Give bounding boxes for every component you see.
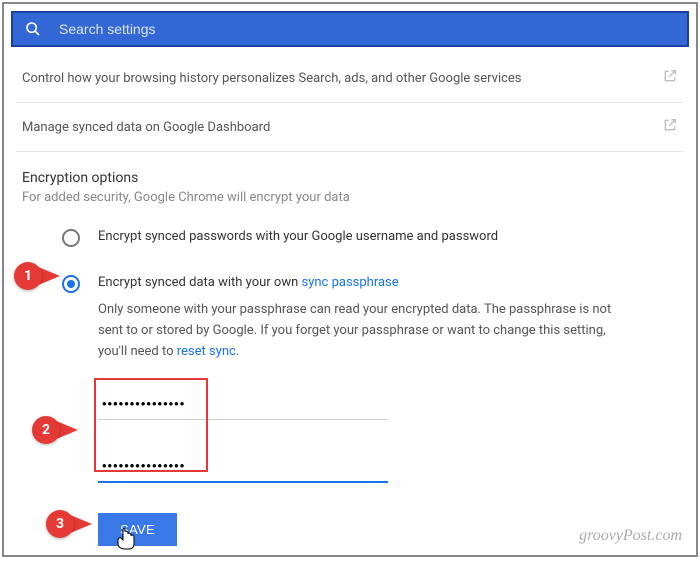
search-bar[interactable] — [11, 11, 689, 47]
save-button[interactable]: SAVE — [98, 513, 177, 546]
external-link-icon — [662, 117, 678, 137]
row-manage-dashboard[interactable]: Manage synced data on Google Dashboard — [16, 103, 684, 152]
row-history-personalization[interactable]: Control how your browsing history person… — [16, 54, 684, 103]
search-input[interactable] — [59, 21, 675, 37]
desc-text: . — [236, 344, 239, 359]
encryption-subtitle: For added security, Google Chrome will e… — [16, 190, 684, 221]
passphrase-inputs — [98, 386, 388, 483]
desc-text: Only someone with your passphrase can re… — [98, 302, 611, 359]
passphrase-input[interactable] — [98, 386, 388, 420]
search-icon — [25, 21, 41, 37]
radio-option-sync-passphrase[interactable]: Encrypt synced data with your own sync p… — [16, 267, 684, 369]
radio-label: Encrypt synced passwords with your Googl… — [98, 227, 498, 247]
radio-option-google-password[interactable]: Encrypt synced passwords with your Googl… — [16, 221, 684, 253]
sync-passphrase-link[interactable]: sync passphrase — [302, 275, 399, 290]
radio-unselected-icon[interactable] — [62, 229, 80, 247]
row-label: Manage synced data on Google Dashboard — [22, 120, 270, 135]
radio-selected-icon[interactable] — [62, 275, 80, 293]
radio-label-text: Encrypt synced data with your own — [98, 275, 302, 290]
external-link-icon — [662, 68, 678, 88]
passphrase-description: Only someone with your passphrase can re… — [98, 300, 638, 362]
reset-sync-link[interactable]: reset sync — [177, 344, 236, 359]
confirm-passphrase-input[interactable] — [98, 448, 388, 483]
encryption-title: Encryption options — [16, 152, 684, 190]
radio-label: Encrypt synced data with your own sync p… — [98, 273, 638, 293]
row-label: Control how your browsing history person… — [22, 71, 522, 86]
